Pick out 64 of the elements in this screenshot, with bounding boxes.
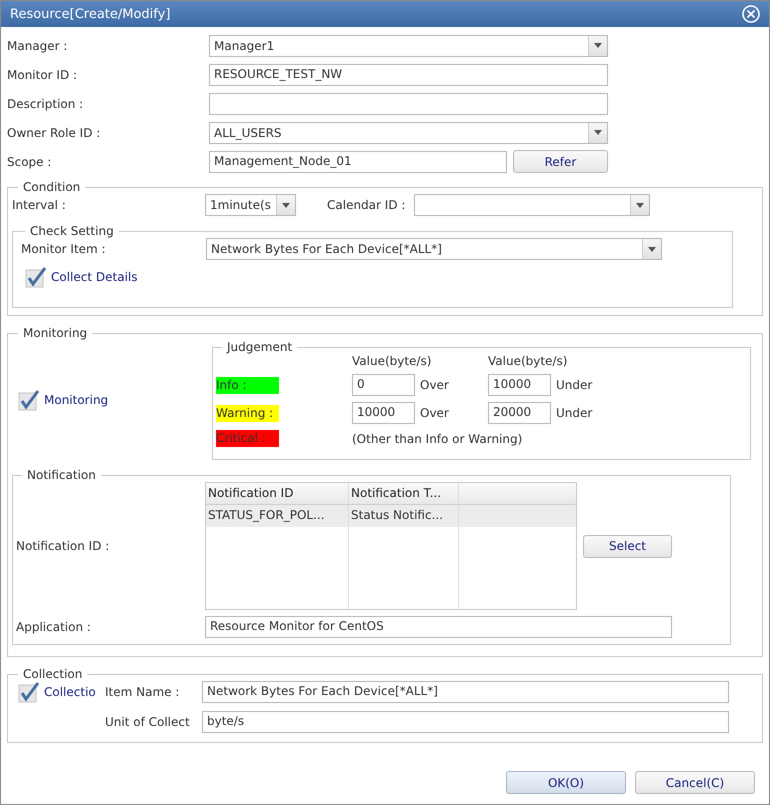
field-label: Application : bbox=[16, 620, 92, 634]
field-label: Description : bbox=[7, 96, 84, 110]
field-label: Calendar ID : bbox=[327, 198, 406, 212]
field-label: Interval : bbox=[12, 198, 67, 212]
note-text: (Other than Info or Warning) bbox=[352, 432, 524, 446]
dropdown[interactable]: Manager1 bbox=[209, 34, 608, 56]
checkbox[interactable] bbox=[18, 389, 40, 411]
checkbox[interactable] bbox=[18, 681, 40, 703]
group-title: Condition bbox=[22, 180, 82, 194]
checkbox[interactable] bbox=[25, 266, 47, 288]
caret-icon bbox=[648, 246, 656, 252]
group-title: Notification bbox=[26, 468, 97, 482]
select-button[interactable]: Select bbox=[583, 534, 672, 558]
refer-button[interactable]: Refer bbox=[513, 150, 608, 173]
input-field[interactable]: Resource Monitor for CentOS bbox=[205, 616, 672, 638]
input-field[interactable] bbox=[209, 92, 608, 114]
input-field[interactable]: byte/s bbox=[202, 711, 729, 733]
group-title: Monitoring bbox=[22, 326, 88, 340]
dropdown[interactable]: 1minute(s bbox=[205, 194, 296, 216]
input-field[interactable]: RESOURCE_TEST_NW bbox=[209, 64, 608, 86]
table-cell: Status Notific... bbox=[349, 505, 459, 527]
input-field[interactable]: 0 bbox=[352, 374, 415, 396]
input-field[interactable]: 10000 bbox=[488, 374, 551, 396]
group-title: Check Setting bbox=[29, 224, 115, 238]
field-label: Under bbox=[556, 378, 594, 392]
level-label: Info : bbox=[216, 376, 279, 394]
field-label: Scope : bbox=[7, 154, 52, 168]
field-label: Item Name : bbox=[105, 685, 180, 699]
field-label: Monitor ID : bbox=[7, 68, 78, 82]
dialog-button[interactable]: OK(O) bbox=[506, 771, 626, 794]
dialog-button[interactable]: Cancel(C) bbox=[635, 771, 755, 794]
column-header[interactable]: Notification T... bbox=[349, 483, 459, 504]
dropdown[interactable]: Network Bytes For Each Device[*ALL*] bbox=[206, 238, 662, 260]
input-field[interactable]: Network Bytes For Each Device[*ALL*] bbox=[202, 681, 729, 703]
column-header: Value(byte/s) bbox=[488, 354, 568, 368]
input-field[interactable]: Management_Node_01 bbox=[209, 150, 507, 172]
checkbox-label[interactable]: Collectio bbox=[44, 685, 102, 699]
level-label: Critical : bbox=[216, 430, 279, 447]
column-header: Value(byte/s) bbox=[352, 354, 432, 368]
checkbox-label[interactable]: Collect Details bbox=[51, 270, 138, 284]
checkbox-label[interactable]: Monitoring bbox=[44, 393, 108, 407]
field-label: Unit of Collect bbox=[105, 715, 191, 729]
close-icon[interactable] bbox=[741, 4, 761, 24]
field-label: Over bbox=[420, 378, 450, 392]
field-label: Monitor Item : bbox=[20, 242, 107, 256]
level-label: Warning : bbox=[216, 404, 279, 422]
window-title: Resource[Create/Modify] bbox=[10, 6, 170, 22]
group-title: Judgement bbox=[225, 340, 294, 354]
input-field[interactable]: 20000 bbox=[488, 402, 551, 424]
group-title: Collection bbox=[22, 667, 84, 681]
caret-icon bbox=[594, 130, 602, 135]
table-row[interactable]: STATUS_FOR_POL... Status Notific... bbox=[206, 505, 576, 527]
dropdown[interactable]: ALL_USERS bbox=[209, 122, 608, 144]
input-field[interactable]: 10000 bbox=[352, 402, 415, 424]
table-cell: STATUS_FOR_POL... bbox=[206, 505, 349, 527]
caret-icon bbox=[636, 202, 644, 208]
field-label: Notification ID : bbox=[16, 539, 110, 553]
field-label: Over bbox=[420, 406, 450, 420]
caret-icon bbox=[282, 202, 290, 208]
column-header[interactable]: Notification ID bbox=[206, 483, 349, 504]
caret-icon bbox=[594, 43, 602, 48]
field-label: Manager : bbox=[7, 38, 68, 52]
field-label: Owner Role ID : bbox=[7, 126, 102, 140]
field-label: Under bbox=[556, 406, 594, 420]
